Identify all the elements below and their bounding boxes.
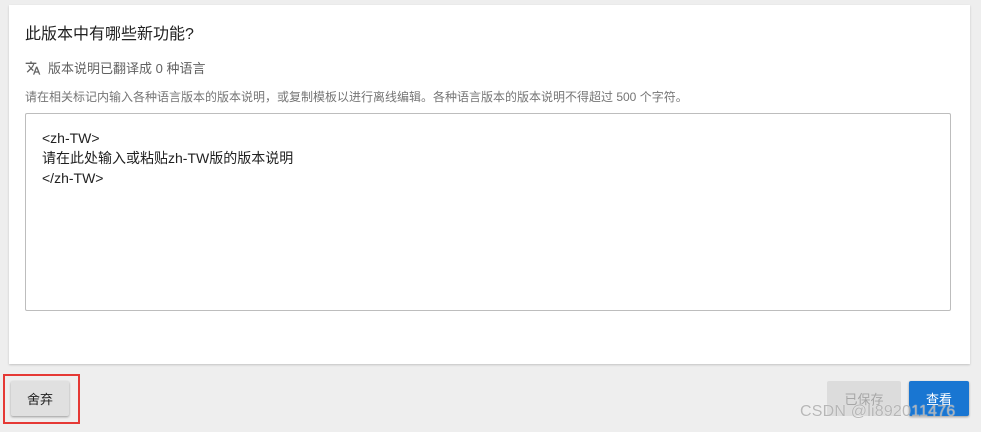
helper-text: 请在相关标记内输入各种语言版本的版本说明，或复制模板以进行离线编辑。各种语言版本… <box>25 90 688 104</box>
translate-icon <box>25 60 41 75</box>
translation-status-row: 版本说明已翻译成 0 种语言 <box>25 58 205 77</box>
watermark-text: CSDN @li892011476 <box>800 403 956 420</box>
release-notes-textarea[interactable] <box>25 113 951 311</box>
section-title: 此版本中有哪些新功能? <box>25 26 194 43</box>
translation-status-text: 版本说明已翻译成 0 种语言 <box>48 61 206 76</box>
release-notes-card: 此版本中有哪些新功能? 版本说明已翻译成 0 种语言 请在相关标记内输入各种语言… <box>9 5 970 364</box>
discard-button[interactable]: 舍弃 <box>11 381 69 416</box>
